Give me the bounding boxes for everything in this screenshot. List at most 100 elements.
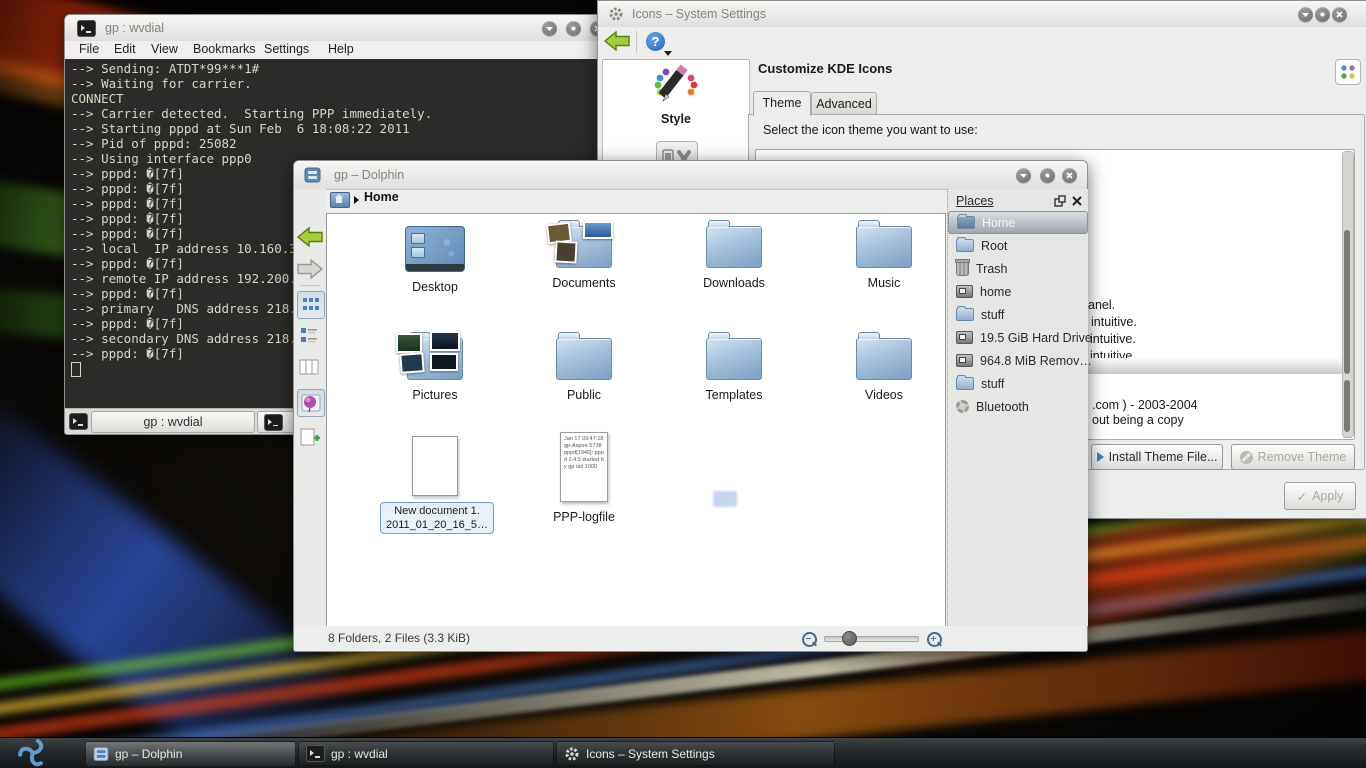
task-label: gp – Dolphin	[115, 747, 182, 761]
new-tab-button[interactable]	[69, 413, 88, 430]
remove-theme-label: Remove Theme	[1258, 450, 1347, 464]
menu-help[interactable]: Help	[328, 42, 354, 56]
theme-list-fragment: intuitive.	[1090, 332, 1136, 346]
dolphin-window: gp – Dolphin Home	[293, 160, 1088, 652]
terminal-line: CONNECT	[65, 91, 608, 106]
apply-button[interactable]: ✓ Apply	[1284, 482, 1356, 510]
places-item-home-partition[interactable]: home	[948, 280, 1088, 303]
places-item-root[interactable]: Root	[948, 234, 1088, 257]
zoom-slider-handle[interactable]	[842, 631, 857, 646]
zoom-out-icon[interactable]	[802, 632, 817, 647]
folder-item-documents[interactable]: Documents	[529, 226, 639, 290]
places-item-stuff-2[interactable]: stuff	[948, 372, 1088, 395]
places-item-trash[interactable]: Trash	[948, 257, 1088, 280]
tab-advanced[interactable]: Advanced	[811, 92, 877, 115]
float-panel-icon[interactable]	[1054, 195, 1066, 207]
chevron-down-icon[interactable]	[664, 51, 672, 56]
preview-button[interactable]	[297, 389, 325, 417]
menu-view[interactable]: View	[151, 42, 178, 56]
dolphin-title: gp – Dolphin	[334, 168, 404, 182]
back-button[interactable]	[604, 31, 630, 51]
file-item-new-document[interactable]: New document 1. 2011_01_20_16_5…	[380, 436, 490, 534]
minimize-button[interactable]	[542, 21, 557, 36]
folder-label: Downloads	[679, 276, 789, 290]
breadcrumb-arrow-icon	[354, 196, 359, 204]
split-view-icon	[297, 425, 321, 449]
folder-item-templates[interactable]: Templates	[679, 338, 789, 402]
home-folder-icon[interactable]	[330, 192, 350, 208]
folder-item-public[interactable]: Public	[529, 338, 639, 402]
folder-label: Templates	[679, 388, 789, 402]
back-button[interactable]	[297, 225, 323, 249]
dolphin-titlebar[interactable]: gp – Dolphin	[294, 161, 1087, 190]
tab-theme[interactable]: Theme	[753, 91, 811, 116]
zoom-in-icon[interactable]	[927, 632, 942, 647]
folder-item-music[interactable]: Music	[829, 226, 939, 290]
page-title: Customize KDE Icons	[758, 61, 892, 76]
split-view-button[interactable]	[297, 425, 323, 449]
theme-list-fragment: anel.	[1088, 298, 1115, 312]
folder-item-videos[interactable]: Videos	[829, 338, 939, 402]
folder-item-downloads[interactable]: Downloads	[679, 226, 789, 290]
maximize-button[interactable]	[1040, 168, 1055, 183]
close-button[interactable]	[1332, 7, 1347, 22]
scrollbar-thumb[interactable]	[1344, 380, 1350, 432]
menu-edit[interactable]: Edit	[114, 42, 136, 56]
minimize-button[interactable]	[1016, 168, 1031, 183]
maximize-button[interactable]	[566, 21, 581, 36]
check-icon: ✓	[1297, 489, 1307, 504]
places-item-removable[interactable]: 964.8 MiB Remov…	[948, 349, 1088, 372]
sidebar-item-style[interactable]: Style	[603, 64, 749, 126]
task-wvdial[interactable]: gp : wvdial	[298, 741, 554, 766]
toolbar-separator	[636, 31, 637, 53]
file-label: PPP-logfile	[529, 510, 639, 524]
folder-label: Public	[529, 388, 639, 402]
menu-settings[interactable]: Settings	[264, 42, 309, 56]
terminal-line: --> Carrier detected. Starting PPP immed…	[65, 106, 608, 121]
file-view[interactable]: Desktop Documents Downloads Music	[326, 213, 946, 628]
close-panel-icon[interactable]	[1071, 195, 1083, 207]
remove-theme-button[interactable]: Remove Theme	[1231, 444, 1355, 470]
menu-file[interactable]: File	[79, 42, 99, 56]
task-dolphin[interactable]: gp – Dolphin	[85, 741, 296, 766]
install-theme-button[interactable]: Install Theme File...	[1091, 444, 1223, 470]
minimize-button[interactable]	[1298, 7, 1313, 22]
task-system-settings[interactable]: Icons – System Settings	[556, 741, 835, 766]
maximize-button[interactable]	[1315, 7, 1330, 22]
icons-view-button[interactable]	[297, 291, 325, 319]
details-view-button[interactable]	[297, 323, 323, 347]
folder-icon	[856, 338, 912, 380]
document-icon	[412, 436, 458, 496]
places-header: Places	[956, 194, 994, 208]
folder-icon	[956, 308, 974, 321]
folder-item-desktop[interactable]: Desktop	[380, 226, 490, 294]
columns-view-button[interactable]	[297, 355, 323, 379]
terminal-titlebar[interactable]: gp : wvdial	[65, 15, 608, 42]
terminal-icon	[77, 20, 96, 37]
scrollbar-thumb[interactable]	[1344, 230, 1350, 374]
close-button[interactable]	[1062, 168, 1077, 183]
dolphin-toolbar	[294, 189, 326, 651]
help-button[interactable]: ?	[646, 32, 665, 51]
places-item-stuff[interactable]: stuff	[948, 303, 1088, 326]
menu-bookmarks[interactable]: Bookmarks	[193, 42, 256, 56]
icons-category-icon	[1335, 59, 1361, 85]
theme-list-scrollbar[interactable]	[1342, 151, 1354, 438]
places-item-home[interactable]: Home	[948, 211, 1088, 234]
launcher-logo-icon[interactable]	[10, 739, 56, 768]
terminal-tab-active[interactable]: gp : wvdial	[91, 411, 255, 433]
places-item-bluetooth[interactable]: Bluetooth	[948, 395, 1088, 418]
breadcrumb-home[interactable]: Home	[364, 190, 399, 204]
settings-titlebar[interactable]: Icons – System Settings	[598, 1, 1366, 28]
drag-artifact	[713, 491, 737, 507]
forward-button[interactable]	[297, 257, 323, 281]
places-item-hard-drive[interactable]: 19.5 GiB Hard Drive	[948, 326, 1088, 349]
zoom-slider[interactable]	[824, 636, 919, 642]
file-item-ppp-logfile[interactable]: Jan 17 09:47:18 gp-Aspire-5738 pppd[1946…	[529, 432, 639, 524]
folder-icon	[956, 239, 974, 252]
install-arrow-icon	[1097, 452, 1104, 462]
selected-file-label: New document 1. 2011_01_20_16_5…	[380, 502, 494, 534]
folder-label: Music	[829, 276, 939, 290]
terminal-line: --> Starting pppd at Sun Feb 6 18:08:22 …	[65, 121, 608, 136]
folder-item-pictures[interactable]: Pictures	[380, 338, 490, 402]
